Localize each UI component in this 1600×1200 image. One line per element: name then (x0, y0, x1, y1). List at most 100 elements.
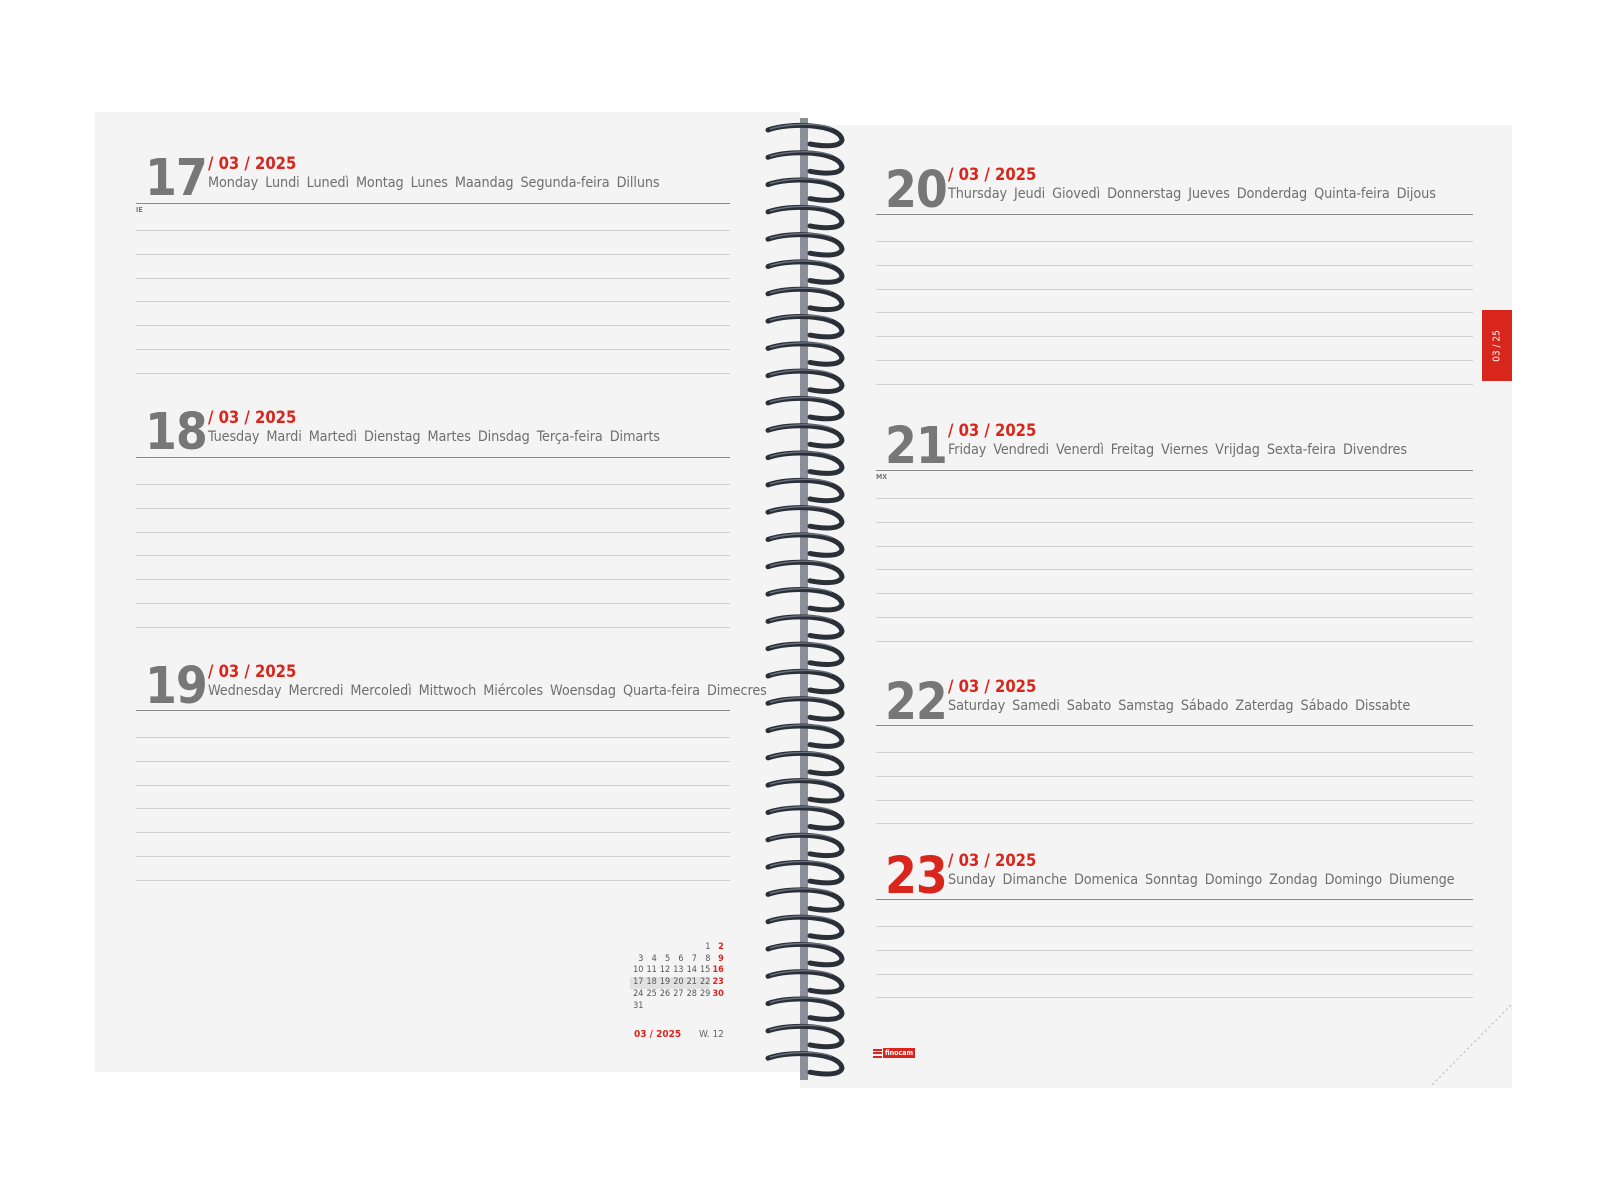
writing-line (136, 808, 730, 810)
day-number: 23 (885, 847, 948, 906)
writing-line (136, 507, 730, 509)
left-page (95, 112, 800, 1072)
writing-line (136, 856, 730, 857)
day-number: 19 (145, 657, 208, 716)
weekday-name: Vendredi (993, 442, 1050, 458)
day-names: Tuesday Mardi Martedì Dienstag Martes Dinsdag… (208, 430, 667, 444)
day-date: / 03 / 2025 (948, 165, 1037, 184)
mini-calendar-day: 13 (673, 965, 684, 976)
day-date: / 03 / 2025 (208, 154, 297, 173)
weekday-name: Mittwoch (418, 683, 477, 699)
day-header-rule (876, 899, 1473, 900)
writing-line (876, 312, 1473, 314)
weekday-name: Samedi (1012, 698, 1060, 714)
mini-calendar-day: 28 (686, 988, 697, 999)
mini-calendar-day: 9 (718, 953, 724, 964)
mini-calendar-day: 10 (633, 965, 644, 976)
mini-calendar-week: 3456789 (630, 954, 724, 966)
day-date: / 03 / 2025 (948, 677, 1037, 696)
day-number: 18 (145, 403, 208, 462)
weekday-name: Domingo (1324, 872, 1382, 888)
writing-line (876, 593, 1473, 595)
holiday-tag: IE (136, 206, 143, 214)
writing-line (876, 521, 1473, 523)
writing-line (876, 360, 1473, 361)
weekday-name: Monday (208, 175, 259, 191)
weekday-name: Montag (355, 175, 404, 191)
writing-line (136, 879, 730, 881)
month-tab[interactable]: 03 / 25 (1482, 310, 1512, 381)
month-tab-label: 03 / 25 (1491, 329, 1503, 362)
mini-calendar-day: 6 (678, 953, 684, 964)
mini-calendar-day: 25 (646, 988, 657, 999)
weekday-name: Giovedì (1052, 186, 1101, 202)
mini-calendar-day: 5 (665, 953, 671, 964)
mini-calendar-day: 2 (718, 942, 724, 952)
weekday-name: Miércoles (483, 683, 544, 699)
weekday-name: Divendres (1342, 442, 1407, 458)
writing-line (136, 555, 730, 557)
day-header-rule (876, 725, 1473, 726)
weekday-name: Sábado (1180, 698, 1229, 714)
weekday-name: Friday (948, 442, 987, 458)
writing-line (876, 775, 1473, 777)
weekday-name: Dijous (1396, 186, 1436, 202)
writing-line (136, 253, 730, 255)
mini-calendar-day: 11 (646, 965, 657, 976)
weekday-name: Tuesday (208, 429, 260, 445)
weekday-name: Sábado (1300, 698, 1349, 714)
writing-line (876, 336, 1473, 338)
weekday-name: Saturday (948, 698, 1006, 714)
weekday-name: Samstag (1118, 698, 1174, 714)
mini-calendar-week: 12 (630, 942, 724, 954)
writing-line (876, 640, 1473, 642)
writing-line (136, 277, 730, 279)
mini-calendar-day: 21 (683, 977, 697, 989)
mini-calendar-day: 4 (651, 953, 657, 964)
weekday-name: Mardi (266, 429, 302, 445)
weekday-name: Dienstag (363, 429, 421, 445)
weekday-name: Venerdì (1056, 442, 1104, 458)
mini-calendar-day: 3 (638, 953, 644, 964)
writing-line (876, 973, 1473, 975)
weekday-name: Viernes (1161, 442, 1209, 458)
mini-calendar-day: 27 (673, 988, 684, 999)
mini-calendar: 1 2 3 4 5 6 7 8 9 10 11 12 13 14 15 16 17 18 19 20 21 22 23 24 2… (630, 942, 724, 1012)
day-names: Wednesday Mercredi Mercoledì Mittwoch Miérco… (208, 684, 774, 698)
weekday-name: Donnerstag (1107, 186, 1182, 202)
mini-calendar-day: 1 (705, 942, 711, 952)
day-date: / 03 / 2025 (208, 662, 297, 681)
mini-calendar-day: 7 (691, 953, 697, 964)
weekday-name: Martes (427, 429, 471, 445)
writing-line (136, 784, 730, 786)
logo-icon (873, 1048, 882, 1058)
weekday-name: Segunda-feira (520, 175, 610, 191)
mini-calendar-day: 16 (712, 965, 724, 976)
weekday-name: Sabato (1066, 698, 1112, 714)
weekday-name: Freitag (1110, 442, 1155, 458)
month-label: 03 / 2025 (634, 1029, 682, 1040)
writing-line (876, 949, 1473, 951)
day-names: Monday Lundi Lunedì Montag Lunes Maandag Segun… (208, 176, 667, 190)
mini-calendar-day: 17 (630, 977, 644, 989)
writing-line (136, 230, 730, 231)
weekday-name: Wednesday (208, 683, 282, 699)
spiral-binding (765, 118, 845, 1080)
day-number: 17 (145, 149, 208, 208)
day-names: Thursday Jeudi Giovedì Donnerstag Jueves Dond… (948, 187, 1443, 201)
day-names: Friday Vendredi Venerdì Freitag Viernes Vrijd… (948, 443, 1414, 457)
brand-name: finocam (883, 1048, 916, 1058)
writing-line (876, 498, 1473, 499)
mini-calendar-week: 10 11 12 13 14 15 16 (630, 965, 724, 977)
day-names: Sunday Dimanche Domenica Sonntag Domingo Zond… (948, 873, 1462, 887)
mini-calendar-day: 22 (696, 977, 711, 989)
weekday-name: Maandag (454, 175, 514, 191)
day-names: Saturday Samedi Sabato Samstag Sábado Zaterda… (948, 699, 1417, 713)
day-header-rule (876, 470, 1473, 471)
writing-line (876, 617, 1473, 618)
day-date: / 03 / 2025 (948, 421, 1037, 440)
weekday-name: Dilluns (616, 175, 660, 191)
mini-calendar-day: 26 (659, 988, 671, 999)
mini-calendar-day: 31 (633, 1000, 644, 1011)
holiday-tag: MX (876, 473, 888, 481)
